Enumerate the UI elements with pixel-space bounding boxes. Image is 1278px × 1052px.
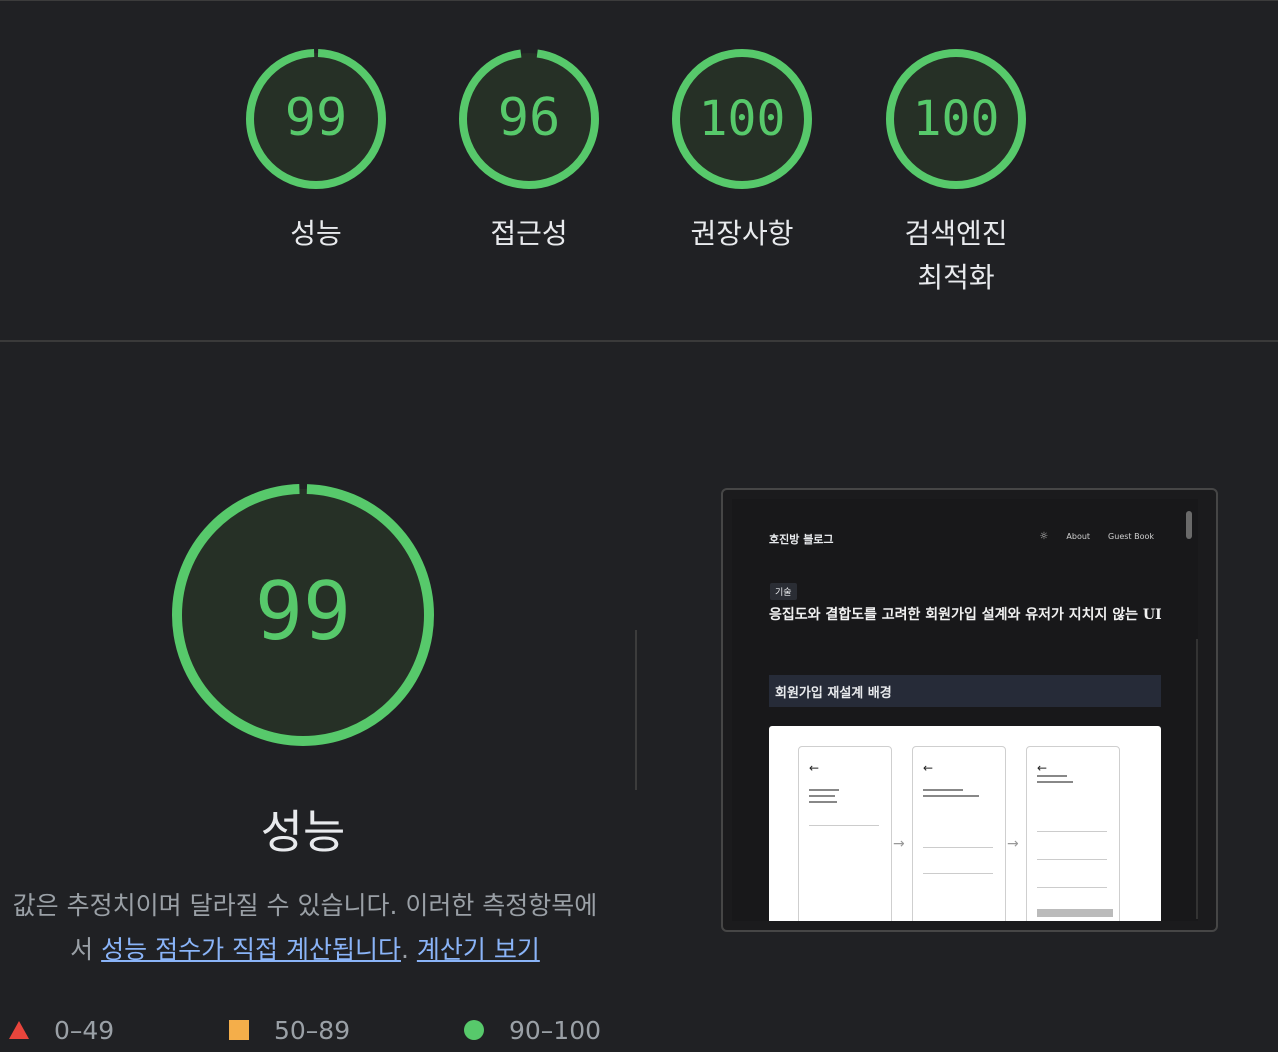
signup-flow-image: ← → ← → ← (769, 726, 1161, 921)
gauge-ring: 100 (886, 49, 1026, 189)
legend-range: 50–89 (274, 1015, 351, 1045)
legend-average: 50–89 (228, 1012, 350, 1048)
section-divider (0, 340, 1278, 342)
flow-arrow-icon: → (893, 836, 905, 852)
performance-score: 99 (255, 565, 351, 658)
performance-description: 값은 추정치이며 달라질 수 있습니다. 이러한 측정항목에서 성능 점수가 직… (10, 884, 600, 972)
page-screenshot-preview[interactable]: 호진방 블로그 ☼ About Guest Book 기술 응집도와 결합도를 … (721, 488, 1218, 932)
post-title: 응집도와 결합도를 고려한 회원가입 설계와 유저가 지치지 않는 UI (769, 607, 1162, 623)
post-tag: 기술 (770, 583, 797, 600)
legend-range: 90–100 (509, 1015, 602, 1045)
score-calculation-link[interactable]: 성능 점수가 직접 계산됩니다 (101, 935, 401, 964)
circle-icon (464, 1020, 484, 1040)
gauge-label-line: 검색엔진 (904, 217, 1008, 250)
screenshot-scrollbar (1186, 511, 1192, 539)
legend-range: 0–49 (54, 1015, 115, 1045)
gauge-accessibility[interactable]: 96 접근성 (454, 44, 604, 256)
back-arrow-icon: ← (809, 761, 820, 775)
performance-ring: 99 (172, 484, 434, 746)
gauge-score: 100 (699, 91, 786, 147)
phone-mockup: ← (798, 746, 892, 921)
flow-arrow-icon: → (1007, 836, 1019, 852)
gauge-label-line: 권장사항 (690, 217, 794, 250)
gauge-seo[interactable]: 100 검색엔진 최적화 (881, 44, 1031, 300)
gauge-score: 100 (913, 91, 1000, 147)
gauge-score: 96 (498, 88, 561, 148)
gauge-ring: 100 (672, 49, 812, 189)
gauge-label: 성능 (241, 212, 391, 256)
phone-mockup: ← (912, 746, 1006, 921)
screenshot-scrollbar-track (1196, 639, 1198, 919)
section-heading: 회원가입 재설계 배경 (775, 686, 892, 701)
description-text: . (400, 935, 417, 964)
nav-about: About (1066, 532, 1091, 541)
back-arrow-icon: ← (923, 761, 934, 775)
gauge-score: 99 (285, 88, 348, 148)
back-arrow-icon: ← (1037, 761, 1048, 775)
view-calculator-link[interactable]: 계산기 보기 (417, 935, 540, 964)
gauge-label-line: 접근성 (490, 217, 568, 250)
site-title: 호진방 블로그 (769, 533, 834, 546)
gauge-label-line: 최적화 (917, 261, 995, 294)
phone-mockup: ← (1026, 746, 1120, 921)
vertical-separator (635, 630, 637, 790)
legend-pass: 90–100 (463, 1012, 601, 1048)
sun-icon: ☼ (1039, 531, 1049, 542)
triangle-icon (9, 1021, 29, 1039)
score-gauges: 99 성능 96 접근성 100 권장사항 100 검색엔진 최적화 (0, 0, 1278, 341)
gauge-ring: 99 (246, 49, 386, 189)
gauge-label-line: 성능 (290, 217, 342, 250)
square-icon (229, 1020, 249, 1040)
gauge-best-practices[interactable]: 100 권장사항 (667, 44, 817, 256)
section-heading-bar: 회원가입 재설계 배경 (769, 675, 1161, 707)
gauge-label: 검색엔진 최적화 (881, 212, 1031, 300)
nav-guestbook: Guest Book (1108, 532, 1154, 541)
performance-title: 성능 (260, 805, 346, 859)
site-nav: ☼ About Guest Book (1039, 531, 1154, 542)
score-legend: 0–49 50–89 90–100 (0, 1012, 640, 1052)
legend-fail: 0–49 (8, 1012, 114, 1048)
screenshot-content: 호진방 블로그 ☼ About Guest Book 기술 응집도와 결합도를 … (732, 499, 1198, 921)
performance-gauge-large: 99 (170, 482, 436, 752)
gauge-label: 접근성 (454, 212, 604, 256)
gauge-ring: 96 (459, 49, 599, 189)
gauge-label: 권장사항 (667, 212, 817, 256)
gauge-performance[interactable]: 99 성능 (241, 44, 391, 256)
